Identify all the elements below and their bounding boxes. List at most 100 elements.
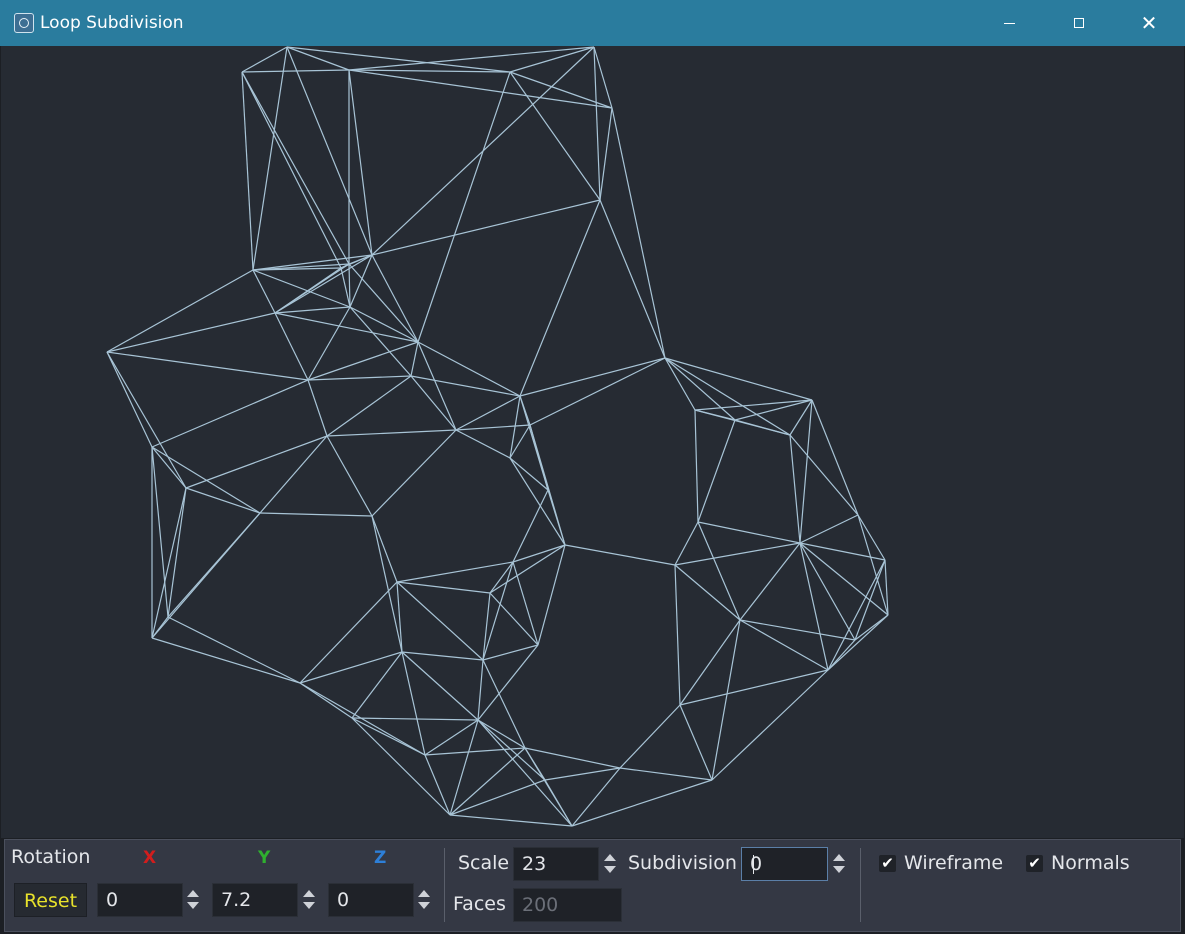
mesh-edge — [482, 561, 514, 661]
maximize-icon — [1074, 18, 1084, 28]
title-bar: Loop Subdivision ✕ — [0, 0, 1185, 46]
mesh-edge — [697, 521, 801, 544]
mesh-edge — [811, 399, 859, 516]
mesh-edge — [509, 71, 601, 201]
mesh-edge — [599, 199, 666, 359]
rotation-z-input[interactable]: 0 — [328, 883, 414, 917]
mesh-edge — [449, 814, 573, 827]
mesh-edge — [509, 457, 566, 546]
mesh-edge — [455, 424, 531, 431]
mesh-edge — [827, 614, 889, 671]
controls-panel: Rotation X Y Z Reset 0 7.2 0 Scale 23 Su… — [4, 839, 1181, 932]
mesh-edge — [857, 514, 886, 561]
arrow-up-icon — [418, 890, 430, 897]
mesh-edge — [274, 312, 309, 381]
mesh-edge — [799, 542, 856, 641]
wireframe-label: Wireframe — [904, 852, 1004, 874]
mesh-edge — [449, 779, 546, 816]
mesh-edge — [799, 514, 859, 544]
mesh-edge — [259, 512, 373, 517]
mesh-edge — [351, 717, 479, 721]
maximize-button[interactable] — [1044, 0, 1114, 46]
mesh-edge — [417, 71, 511, 343]
minimize-button[interactable] — [974, 0, 1044, 46]
reset-button[interactable]: Reset — [14, 883, 87, 917]
mesh-edge — [455, 429, 511, 459]
rotation-x-input[interactable]: 0 — [97, 883, 183, 917]
normals-label: Normals — [1051, 852, 1130, 874]
mesh-edge — [489, 592, 539, 646]
scale-label: Scale — [458, 852, 510, 874]
mesh-edge — [349, 306, 419, 343]
mesh-edge — [599, 107, 613, 201]
mesh-edge — [449, 719, 479, 816]
mesh-edge — [664, 357, 813, 401]
wireframe-checkbox[interactable]: ✔ — [879, 855, 896, 872]
arrow-down-icon — [187, 902, 199, 909]
minimize-icon — [1003, 22, 1015, 24]
mesh-edge — [348, 69, 511, 73]
mesh-edge — [424, 754, 451, 816]
mesh-edge — [477, 644, 539, 721]
mesh-edge — [571, 779, 713, 827]
mesh-edge — [593, 46, 601, 201]
mesh-edge — [711, 619, 741, 781]
text-caret — [753, 855, 754, 874]
rotation-z-stepper[interactable] — [418, 883, 432, 917]
mesh-edge — [417, 341, 457, 431]
mesh-edge — [167, 487, 187, 618]
mesh-edge — [185, 435, 328, 489]
mesh-edge — [348, 69, 613, 109]
scale-input[interactable]: 23 — [513, 847, 599, 881]
arrow-up-icon — [187, 890, 199, 897]
mesh-edge — [326, 435, 373, 517]
mesh-edge — [789, 434, 801, 544]
mesh-edge — [455, 395, 521, 431]
mesh-edge — [619, 704, 681, 769]
arrow-up-icon — [303, 890, 315, 897]
mesh-edge — [396, 581, 491, 594]
rotation-y-stepper[interactable] — [303, 883, 317, 917]
mesh-edge — [674, 542, 801, 566]
mesh-edge — [348, 263, 351, 308]
mesh-edge — [799, 542, 886, 561]
mesh-edge — [351, 717, 451, 816]
3d-viewport[interactable] — [1, 46, 1184, 838]
subdivision-input[interactable]: 0 — [741, 847, 828, 881]
arrow-down-icon — [418, 902, 430, 909]
mesh-edge — [274, 306, 351, 314]
arrow-up-icon — [604, 854, 616, 861]
close-button[interactable]: ✕ — [1114, 0, 1184, 46]
mesh-edge — [711, 669, 829, 781]
mesh-edge — [401, 651, 479, 721]
mesh-edge — [424, 747, 526, 756]
mesh-edge — [509, 457, 549, 491]
arrow-down-icon — [833, 866, 845, 873]
mesh-edge — [529, 357, 666, 426]
mesh-edge — [307, 306, 351, 381]
check-icon: ✔ — [1028, 854, 1041, 872]
mesh-edge — [371, 429, 457, 517]
subdivision-stepper[interactable] — [833, 847, 847, 881]
rotation-x-stepper[interactable] — [187, 883, 201, 917]
rotation-z-label: Z — [374, 848, 387, 868]
separator — [860, 848, 861, 922]
mesh-edge — [351, 717, 426, 756]
mesh-edge — [106, 351, 187, 489]
normals-checkbox[interactable]: ✔ — [1026, 855, 1043, 872]
mesh-edge — [519, 395, 531, 426]
mesh-edge — [694, 409, 699, 523]
mesh-edge — [799, 399, 813, 544]
mesh-edge — [351, 651, 403, 719]
rotation-y-input[interactable]: 7.2 — [212, 883, 298, 917]
mesh-edge — [307, 375, 412, 381]
scale-stepper[interactable] — [604, 847, 618, 881]
mesh-edge — [252, 269, 276, 314]
mesh-edge — [674, 564, 741, 621]
mesh-edge — [424, 719, 479, 756]
mesh-edge — [512, 544, 566, 563]
mesh-edge — [477, 719, 573, 827]
mesh-edge — [789, 434, 859, 516]
mesh-edge — [512, 489, 549, 563]
mesh-edge — [489, 561, 514, 594]
